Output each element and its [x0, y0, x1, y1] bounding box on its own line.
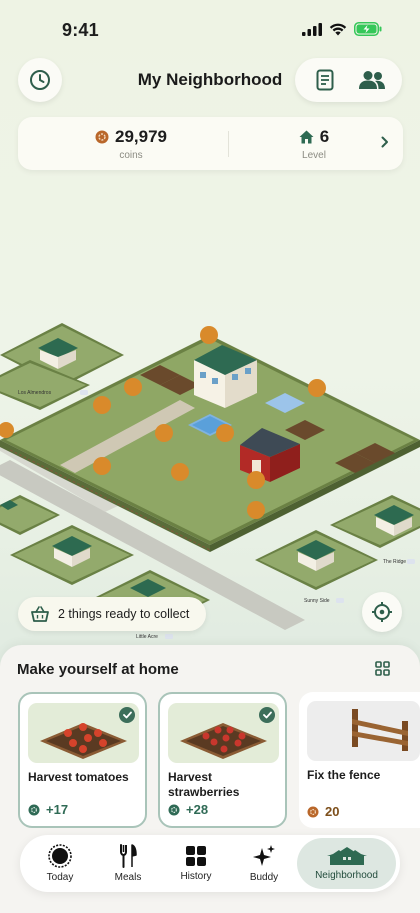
people-icon — [359, 71, 386, 89]
task-card-harvest-tomatoes[interactable]: Harvest tomatoes +17 — [18, 692, 147, 828]
tab-buddy[interactable]: Buddy — [232, 835, 296, 892]
coin-icon — [95, 130, 109, 144]
sheet-title: Make yourself at home — [17, 661, 179, 678]
recenter-button[interactable] — [362, 592, 402, 632]
coins-label: coins — [119, 150, 143, 161]
basket-icon — [31, 606, 49, 622]
task-reward: +28 — [168, 802, 208, 817]
map-label-los-almendros: Los Almendros — [18, 390, 52, 396]
chevron-right-icon — [381, 136, 388, 148]
lot-the-ridge[interactable] — [330, 495, 420, 548]
tab-label: Meals — [114, 872, 142, 883]
tab-history[interactable]: History — [164, 835, 228, 892]
tab-meals[interactable]: Meals — [96, 835, 160, 892]
coins-stat: 29,979 coins — [76, 127, 186, 161]
status-icons — [302, 22, 382, 36]
cellular-signal-icon — [302, 22, 322, 36]
task-card-fix-the-fence[interactable]: Fix the fence 20 — [299, 692, 420, 828]
level-value: 6 — [319, 127, 330, 146]
map-label-little-acre: Little Acre — [136, 634, 158, 640]
crosshair-icon — [372, 602, 392, 622]
map-label-sunny-side: Sunny Side — [304, 598, 330, 604]
neighborhood-icon — [326, 847, 367, 865]
header-actions — [295, 58, 402, 102]
fork-knife-icon — [120, 844, 137, 868]
task-reward: +17 — [28, 802, 68, 817]
task-name: Harvest strawberries — [168, 770, 240, 799]
task-reward-value: 20 — [325, 804, 340, 819]
grid-icon — [186, 846, 206, 866]
map-label-the-ridge: The Ridge — [383, 559, 406, 565]
fence-image — [307, 701, 420, 761]
sparkles-icon — [253, 845, 275, 866]
checklist-icon — [316, 69, 334, 91]
tab-neighborhood[interactable]: Neighborhood — [297, 838, 396, 889]
status-time: 9:41 — [62, 20, 99, 40]
checklist-button[interactable] — [305, 60, 345, 100]
task-reward: 20 — [307, 804, 339, 819]
collect-label: 2 things ready to collect — [58, 607, 190, 621]
level-stat: 6 Level — [254, 127, 374, 161]
clock-icon — [30, 70, 50, 90]
lot-sunny-side[interactable] — [255, 530, 378, 590]
checkmark-icon — [259, 707, 275, 723]
task-card-harvest-strawberries[interactable]: Harvest strawberries +28 — [158, 692, 287, 828]
grid-view-icon[interactable] — [375, 661, 390, 676]
tab-bar: Today Meals History Buddy Neighborhood — [20, 835, 400, 892]
checkmark-icon — [119, 707, 135, 723]
history-button[interactable] — [18, 58, 62, 102]
friends-button[interactable] — [352, 60, 392, 100]
stats-card[interactable]: 29,979 coins 6 Level — [18, 117, 403, 170]
tab-label: Today — [46, 872, 74, 883]
task-reward-value: +17 — [46, 802, 69, 817]
ready-to-collect-button[interactable]: 2 things ready to collect — [18, 597, 206, 631]
task-name: Harvest tomatoes — [28, 770, 129, 784]
task-name: Fix the fence — [307, 768, 381, 782]
gem-icon — [168, 804, 180, 815]
battery-charging-icon — [354, 22, 382, 36]
wifi-icon — [329, 23, 347, 35]
status-bar: 9:41 — [0, 0, 420, 54]
tab-label: Neighborhood — [315, 870, 378, 881]
tab-today[interactable]: Today — [28, 835, 92, 892]
coins-value: 29,979 — [115, 127, 167, 146]
stats-divider — [228, 131, 229, 157]
sun-circle-icon — [48, 844, 72, 868]
task-reward-value: +28 — [186, 802, 209, 817]
gem-icon — [28, 804, 40, 815]
house-icon — [299, 130, 314, 144]
coin-icon — [307, 806, 319, 817]
tab-label: History — [180, 871, 212, 882]
level-label: Level — [302, 150, 326, 161]
tab-label: Buddy — [249, 872, 279, 883]
